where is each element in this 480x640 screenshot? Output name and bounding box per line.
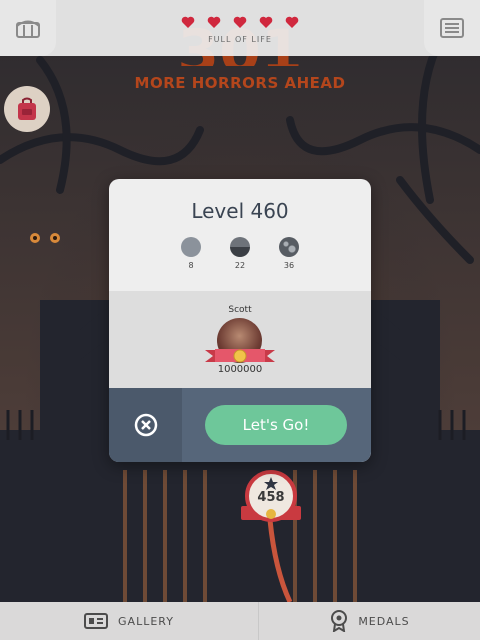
ribbon-medal-icon — [205, 349, 275, 363]
gallery-icon — [84, 613, 109, 629]
medals-label: MEDALS — [358, 614, 410, 628]
friend-name: Scott — [228, 305, 252, 315]
planet-icon — [181, 237, 201, 257]
friend-leaderboard: Scott 1000000 — [109, 291, 371, 388]
medal-icon — [331, 610, 348, 632]
level-title: Level 460 — [191, 199, 289, 223]
bottom-bar: GALLERY MEDALS — [0, 602, 480, 640]
current-level-number: 458 — [257, 490, 285, 505]
gallery-button[interactable]: GALLERY — [0, 602, 258, 640]
dialog-actions: Let's Go! — [109, 388, 371, 462]
level-dialog: Level 460 8 22 36 Scott 1000000 Let's Go… — [109, 179, 371, 462]
backpack-icon — [18, 97, 36, 120]
stat-value: 36 — [283, 261, 295, 270]
backpack-button[interactable] — [4, 86, 50, 132]
close-button[interactable] — [109, 388, 182, 462]
lives-label: FULL OF LIFE — [208, 35, 272, 44]
heart-icon — [259, 16, 273, 28]
stat-planets: 8 — [171, 237, 211, 270]
dots-icon — [279, 237, 299, 257]
friend-score: 1000000 — [217, 364, 263, 375]
half-moon-icon — [230, 237, 250, 257]
lives-hearts — [0, 14, 480, 33]
gallery-label: GALLERY — [118, 614, 174, 628]
news-icon — [440, 18, 464, 38]
heart-icon — [233, 16, 247, 28]
top-bar: FULL OF LIFE — [0, 0, 480, 56]
heart-icon — [285, 16, 299, 28]
stat-value: 22 — [234, 261, 246, 270]
news-button[interactable] — [424, 0, 480, 56]
heart-icon — [181, 16, 195, 28]
stat-value: 8 — [188, 261, 194, 270]
stat-dots: 36 — [269, 237, 309, 270]
stat-moons: 22 — [220, 237, 260, 270]
close-icon — [134, 413, 157, 437]
medals-button[interactable]: MEDALS — [258, 602, 480, 640]
world-subtitle: MORE HORRORS AHEAD — [134, 74, 346, 92]
current-level-marker[interactable]: 458 — [241, 468, 301, 528]
play-button[interactable]: Let's Go! — [205, 405, 347, 445]
heart-icon — [207, 16, 221, 28]
